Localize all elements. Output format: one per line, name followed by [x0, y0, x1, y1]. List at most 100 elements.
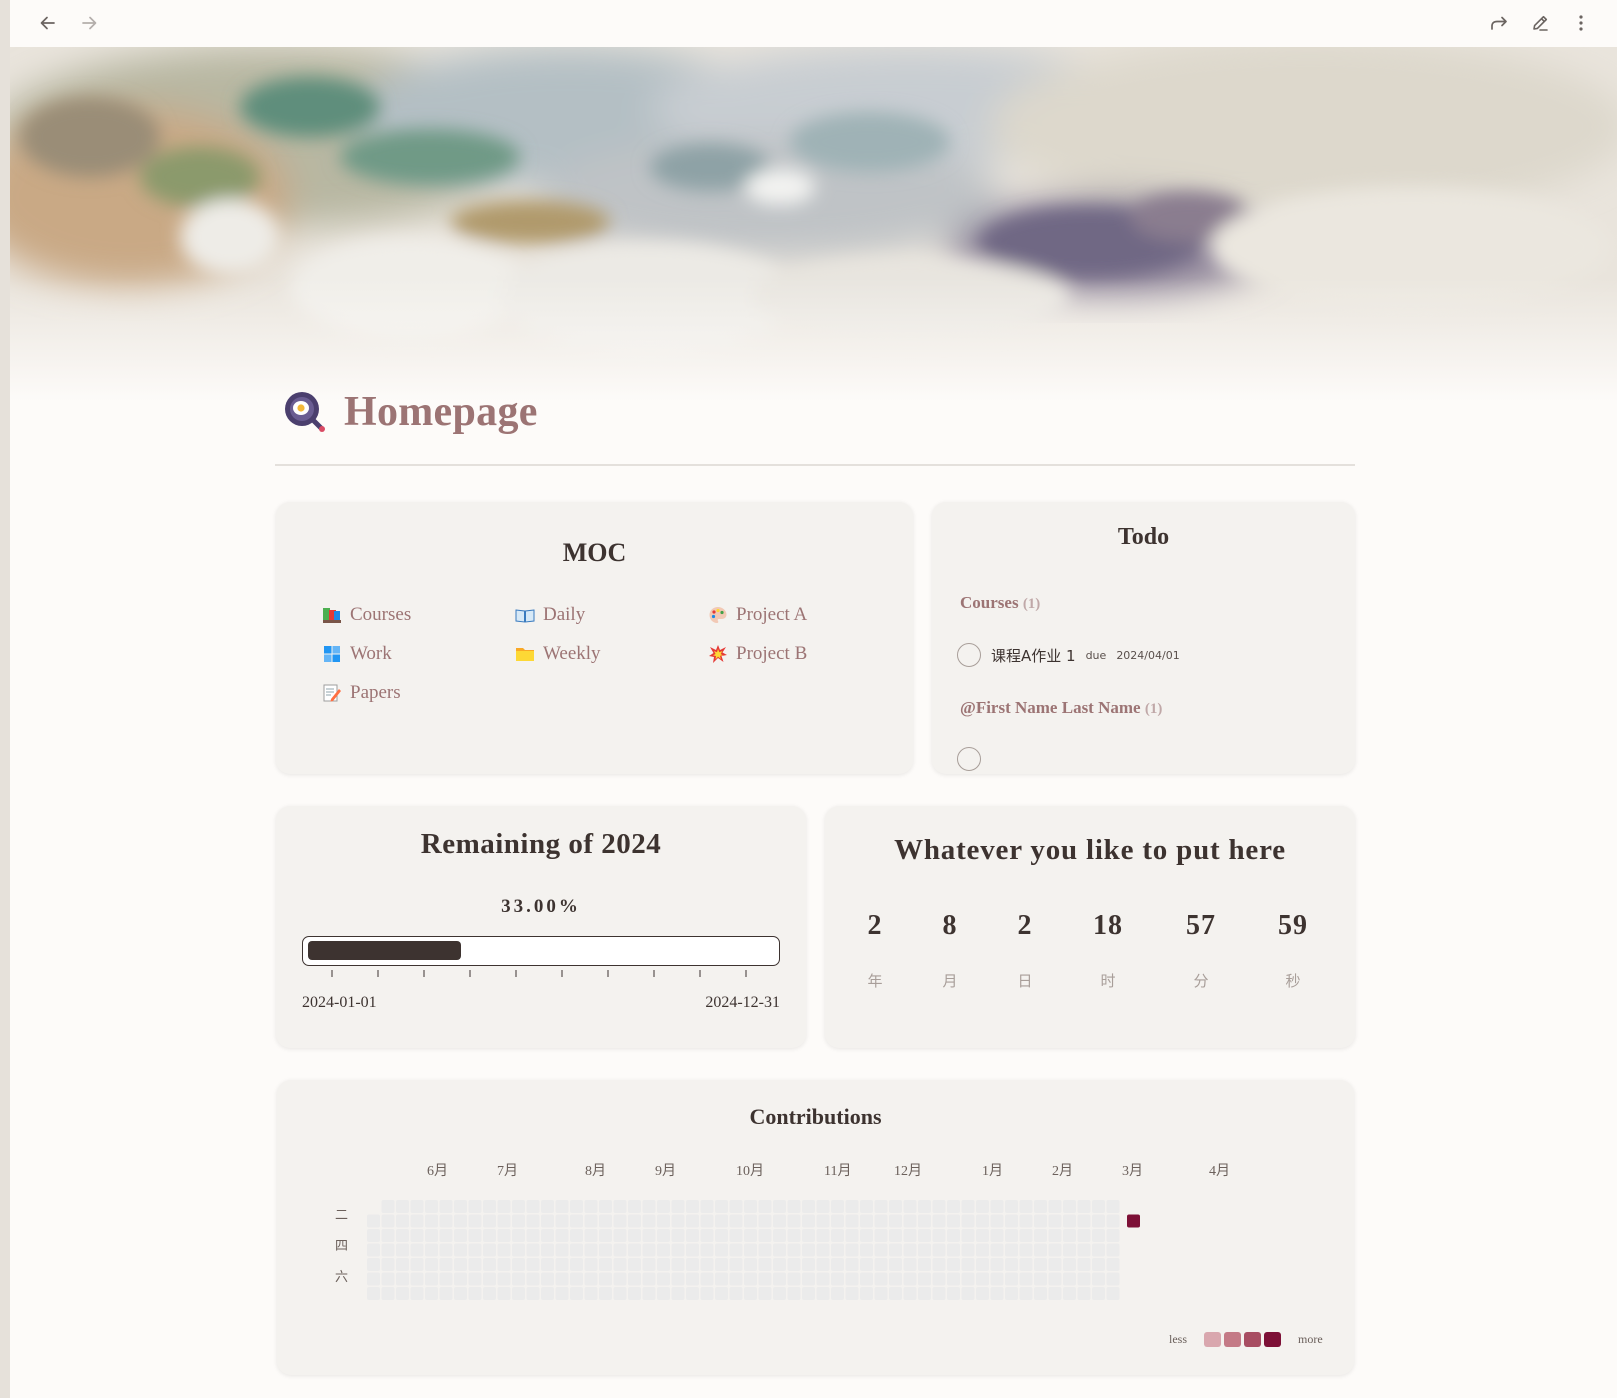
heatmap-cell[interactable]	[381, 1287, 395, 1300]
moc-link-courses[interactable]: Courses	[322, 602, 515, 627]
heatmap-cell[interactable]	[439, 1258, 453, 1271]
heatmap-cell[interactable]	[889, 1272, 902, 1286]
heatmap-cell[interactable]	[381, 1258, 395, 1271]
heatmap-cell[interactable]	[686, 1214, 699, 1228]
heatmap-cell[interactable]	[1019, 1272, 1033, 1286]
heatmap-cell[interactable]	[744, 1287, 757, 1300]
heatmap-cell[interactable]	[1063, 1229, 1076, 1242]
heatmap-cell[interactable]	[990, 1229, 1004, 1242]
heatmap-cell[interactable]	[425, 1272, 438, 1286]
heatmap-cell[interactable]	[700, 1214, 714, 1228]
heatmap-cell[interactable]	[1005, 1243, 1018, 1257]
heatmap-cell[interactable]	[483, 1272, 496, 1286]
heatmap-cell[interactable]	[381, 1229, 395, 1242]
heatmap-cell[interactable]	[1106, 1229, 1120, 1242]
heatmap-cell[interactable]	[860, 1200, 873, 1213]
heatmap-cell[interactable]	[512, 1272, 525, 1286]
heatmap-cell[interactable]	[454, 1200, 467, 1213]
heatmap-cell[interactable]	[932, 1200, 946, 1213]
heatmap-cell[interactable]	[396, 1243, 409, 1257]
heatmap-cell[interactable]	[976, 1272, 989, 1286]
heatmap-cell[interactable]	[425, 1258, 438, 1271]
heatmap-cell[interactable]	[1005, 1229, 1018, 1242]
heatmap-cell[interactable]	[555, 1229, 569, 1242]
heatmap-cell[interactable]	[1106, 1200, 1120, 1213]
heatmap-cell[interactable]	[773, 1243, 786, 1257]
heatmap-cell[interactable]	[874, 1287, 888, 1300]
heatmap-cell[interactable]	[729, 1243, 743, 1257]
heatmap-cell[interactable]	[570, 1272, 583, 1286]
heatmap-cell[interactable]	[816, 1200, 830, 1213]
heatmap-cell[interactable]	[396, 1287, 409, 1300]
heatmap-cell[interactable]	[845, 1243, 859, 1257]
heatmap-cell[interactable]	[744, 1243, 757, 1257]
heatmap-cell[interactable]	[874, 1243, 888, 1257]
heatmap-cell[interactable]	[1106, 1214, 1120, 1228]
heatmap-cell[interactable]	[947, 1243, 960, 1257]
heatmap-cell[interactable]	[831, 1272, 844, 1286]
heatmap-cell[interactable]	[468, 1200, 482, 1213]
heatmap-cell[interactable]	[976, 1200, 989, 1213]
heatmap-cell[interactable]	[657, 1229, 670, 1242]
heatmap-cell[interactable]	[831, 1200, 844, 1213]
heatmap-cell[interactable]	[976, 1243, 989, 1257]
heatmap-cell[interactable]	[396, 1272, 409, 1286]
heatmap-cell[interactable]	[700, 1287, 714, 1300]
heatmap-cell[interactable]	[410, 1229, 424, 1242]
heatmap-cell[interactable]	[468, 1258, 482, 1271]
heatmap-cell[interactable]	[976, 1287, 989, 1300]
heatmap-cell[interactable]	[381, 1214, 395, 1228]
heatmap-cell[interactable]	[802, 1258, 815, 1271]
heatmap-cell[interactable]	[903, 1243, 917, 1257]
heatmap-cell[interactable]	[628, 1214, 641, 1228]
heatmap-cell[interactable]	[599, 1229, 612, 1242]
heatmap-cell[interactable]	[773, 1287, 786, 1300]
heatmap-cell[interactable]	[918, 1243, 931, 1257]
heatmap-cell[interactable]	[947, 1229, 960, 1242]
heatmap-cell[interactable]	[642, 1272, 656, 1286]
moc-link-project-b[interactable]: Project B	[708, 641, 901, 666]
heatmap-cell[interactable]	[903, 1287, 917, 1300]
heatmap-cell[interactable]	[729, 1200, 743, 1213]
heatmap-cell[interactable]	[1092, 1243, 1105, 1257]
heatmap-cell[interactable]	[613, 1200, 627, 1213]
heatmap-cell[interactable]	[990, 1200, 1004, 1213]
heatmap-cell[interactable]	[918, 1287, 931, 1300]
heatmap-cell[interactable]	[497, 1287, 511, 1300]
heatmap-cell[interactable]	[1063, 1214, 1076, 1228]
heatmap-cell[interactable]	[1005, 1287, 1018, 1300]
heatmap-cell[interactable]	[483, 1258, 496, 1271]
heatmap-cell[interactable]	[947, 1200, 960, 1213]
heatmap-cell[interactable]	[468, 1272, 482, 1286]
todo-checkbox-partial[interactable]	[957, 747, 981, 771]
heatmap-cell[interactable]	[816, 1214, 830, 1228]
heatmap-cell[interactable]	[657, 1287, 670, 1300]
heatmap-cell[interactable]	[744, 1229, 757, 1242]
heatmap-cell[interactable]	[1092, 1272, 1105, 1286]
heatmap-cell[interactable]	[671, 1287, 685, 1300]
heatmap-cell[interactable]	[831, 1258, 844, 1271]
heatmap-cell[interactable]	[787, 1243, 801, 1257]
heatmap-cell[interactable]	[758, 1200, 772, 1213]
heatmap-cell[interactable]	[555, 1272, 569, 1286]
heatmap-cell[interactable]	[1048, 1200, 1062, 1213]
heatmap-cell[interactable]	[1063, 1287, 1076, 1300]
heatmap-cell[interactable]	[512, 1287, 525, 1300]
heatmap-cell[interactable]	[1077, 1229, 1091, 1242]
heatmap-cell[interactable]	[439, 1243, 453, 1257]
heatmap-cell[interactable]	[1063, 1243, 1076, 1257]
heatmap-cell[interactable]	[918, 1229, 931, 1242]
heatmap-cell[interactable]	[657, 1272, 670, 1286]
moc-link-daily[interactable]: Daily	[515, 602, 708, 627]
more-options-button[interactable]	[1566, 8, 1596, 38]
heatmap-cell[interactable]	[584, 1214, 598, 1228]
heatmap-cell[interactable]	[715, 1243, 728, 1257]
heatmap-cell[interactable]	[367, 1258, 380, 1271]
heatmap-cell[interactable]	[874, 1214, 888, 1228]
heatmap-cell[interactable]	[584, 1258, 598, 1271]
heatmap-cell[interactable]	[903, 1272, 917, 1286]
heatmap-cell[interactable]	[715, 1258, 728, 1271]
heatmap-cell[interactable]	[628, 1243, 641, 1257]
heatmap-cell[interactable]	[1077, 1258, 1091, 1271]
share-button[interactable]	[1484, 8, 1514, 38]
